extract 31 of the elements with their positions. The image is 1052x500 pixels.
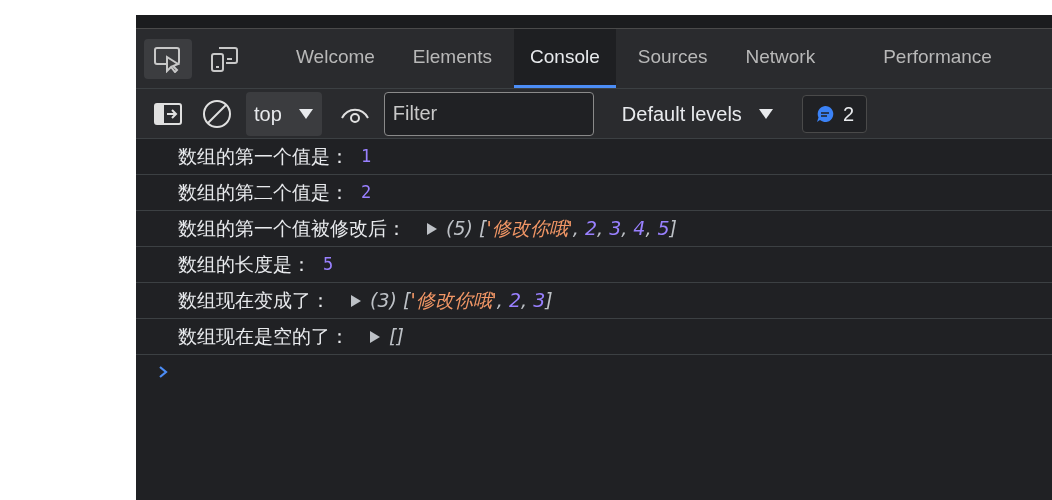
panel-tab[interactable]: Performance (867, 29, 1008, 88)
array-preview: (3) ['修改你哦', 2, 3] (370, 288, 553, 314)
log-message: 数组的第一个值是： (178, 144, 349, 170)
panel-tab[interactable]: Elements (396, 29, 509, 88)
log-message: 数组的长度是： (178, 252, 311, 278)
number-value: 5 (323, 252, 334, 276)
caret-icon (757, 107, 774, 120)
log-levels-dropdown[interactable]: Default levels (605, 91, 790, 136)
prompt-icon (158, 365, 168, 379)
messages-badge[interactable]: 2 (801, 94, 867, 133)
panel-tab[interactable]: Console (514, 29, 616, 88)
expand-arrow-icon[interactable] (350, 293, 362, 308)
expand-arrow-icon[interactable] (426, 221, 438, 236)
log-message: 数组现在是空的了： (178, 324, 349, 350)
panel-tab[interactable]: Sources (621, 29, 724, 88)
number-value: 2 (361, 180, 372, 204)
inspect-element-button[interactable] (144, 38, 192, 79)
array-preview: (5) ['修改你哦', 2, 3, 4, 5] (446, 216, 677, 242)
panel-tab[interactable]: Network (729, 29, 832, 88)
number-value: 1 (361, 144, 372, 168)
caret-icon (297, 107, 314, 120)
array-preview: [] (389, 324, 404, 350)
filter-field[interactable]: Filter (383, 91, 594, 136)
inspect-icon (153, 44, 183, 73)
log-message: 数组现在变成了： (178, 288, 330, 314)
log-message: 数组的第二个值是： (178, 180, 349, 206)
message-icon (814, 103, 835, 124)
expand-arrow-icon[interactable] (369, 329, 381, 344)
panel-tab[interactable]: Welcome (280, 29, 391, 88)
log-message: 数组的第一个值被修改后： (178, 216, 406, 242)
context-dropdown[interactable]: top (246, 91, 322, 136)
